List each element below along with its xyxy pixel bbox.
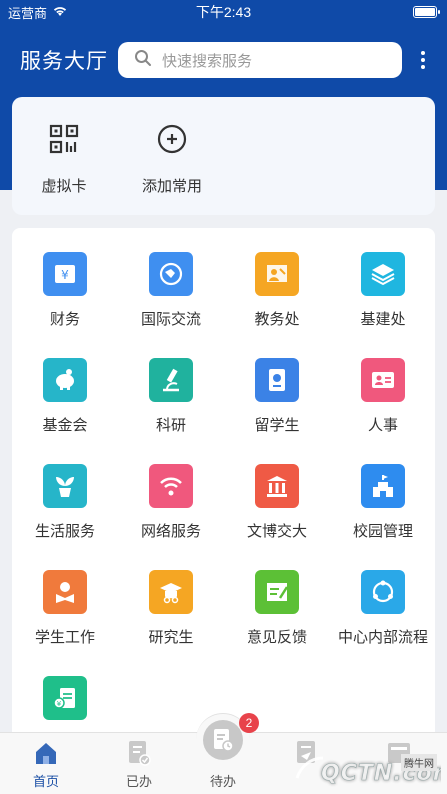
service-item[interactable]: 文博交大 <box>224 464 330 541</box>
quick-action-virtual-card[interactable]: 虚拟卡 <box>19 119 109 196</box>
teaching-icon <box>255 252 299 296</box>
id-card-icon <box>361 358 405 402</box>
battery-icon <box>413 6 440 18</box>
services-grid: ¥ 财务 国际交流 教务处 基建处基金会 科研 留学生 人事生活服务 网络服务 文博交大 校园管理学… <box>12 228 435 748</box>
wifi-icon <box>149 464 193 508</box>
service-label: 教务处 <box>254 311 300 328</box>
finance-icon: ¥ <box>43 252 87 296</box>
service-label: 留学生 <box>254 417 300 434</box>
tab-label: 已办 <box>125 774 152 789</box>
service-item[interactable]: 学生工作 <box>12 570 118 647</box>
service-item[interactable]: 基金会 <box>12 358 118 435</box>
service-label: 网络服务 <box>140 523 201 540</box>
service-label: 中心内部流程 <box>337 629 428 646</box>
qr-code-icon <box>19 119 109 159</box>
service-label: 学生工作 <box>34 629 95 646</box>
passport-icon <box>255 358 299 402</box>
service-label: 校园管理 <box>352 523 413 540</box>
service-label: 基建处 <box>360 311 406 328</box>
service-item[interactable]: 国际交流 <box>118 252 224 329</box>
quick-actions-card: 虚拟卡 添加常用 <box>12 97 435 215</box>
service-item[interactable]: ¥ 财务 <box>12 252 118 329</box>
search-icon <box>134 49 162 71</box>
piggy-bank-icon <box>43 358 87 402</box>
service-item[interactable]: 留学生 <box>224 358 330 435</box>
service-label: 科研 <box>155 417 186 434</box>
feedback-icon <box>255 570 299 614</box>
watermark-small-text: 腾牛网 <box>401 754 437 771</box>
student-icon <box>43 570 87 614</box>
service-label: 研究生 <box>148 629 194 646</box>
done-doc-icon <box>104 739 174 767</box>
tab-done[interactable]: 已办 <box>104 739 174 790</box>
svg-text:¥: ¥ <box>61 268 69 282</box>
microscope-icon <box>149 358 193 402</box>
svg-text:¥: ¥ <box>57 700 62 708</box>
search-input[interactable]: 快速搜索服务 <box>118 42 402 78</box>
service-item[interactable]: 意见反馈 <box>224 570 330 647</box>
museum-icon <box>255 464 299 508</box>
top-bar: 服务大厅 快速搜索服务 <box>0 36 447 84</box>
service-label: 财务 <box>49 311 80 328</box>
service-item[interactable]: ¥ <box>12 676 118 732</box>
service-item[interactable]: 网络服务 <box>118 464 224 541</box>
home-icon <box>11 739 81 767</box>
quick-action-add-favorite[interactable]: 添加常用 <box>127 119 217 196</box>
page-title: 服务大厅 <box>20 50 108 73</box>
service-label: 基金会 <box>42 417 88 434</box>
layers-icon <box>361 252 405 296</box>
service-item[interactable]: 研究生 <box>118 570 224 647</box>
service-item[interactable]: 科研 <box>118 358 224 435</box>
service-label: 国际交流 <box>140 311 201 328</box>
quick-action-label: 虚拟卡 <box>41 178 87 195</box>
service-item[interactable]: 人事 <box>330 358 435 435</box>
todo-count-badge: 2 <box>239 713 259 733</box>
more-menu-icon[interactable] <box>418 51 428 69</box>
service-item[interactable]: 中心内部流程 <box>330 570 435 647</box>
status-time: 下午2:43 <box>195 4 252 20</box>
quick-action-label: 添加常用 <box>141 178 202 195</box>
tab-todo[interactable]: 待办 <box>188 771 258 790</box>
plant-icon <box>43 464 87 508</box>
receipt-icon: ¥ <box>43 676 87 720</box>
search-placeholder: 快速搜索服务 <box>162 52 253 70</box>
add-circle-icon <box>127 119 217 159</box>
service-item[interactable]: 基建处 <box>330 252 435 329</box>
graduate-icon <box>149 570 193 614</box>
service-label: 意见反馈 <box>246 629 307 646</box>
tab-label: 首页 <box>32 774 59 789</box>
status-bar: 运营商 下午2:43 <box>0 0 447 24</box>
campus-icon <box>361 464 405 508</box>
service-item[interactable]: 教务处 <box>224 252 330 329</box>
service-label: 生活服务 <box>34 523 95 540</box>
globe-icon <box>149 252 193 296</box>
todo-icon[interactable] <box>203 720 243 760</box>
service-label: 人事 <box>367 417 398 434</box>
service-item[interactable]: 校园管理 <box>330 464 435 541</box>
process-icon <box>361 570 405 614</box>
tab-home[interactable]: 首页 <box>11 739 81 790</box>
service-item[interactable]: 生活服务 <box>12 464 118 541</box>
service-label: 文博交大 <box>246 523 307 540</box>
tab-label: 待办 <box>209 774 236 789</box>
